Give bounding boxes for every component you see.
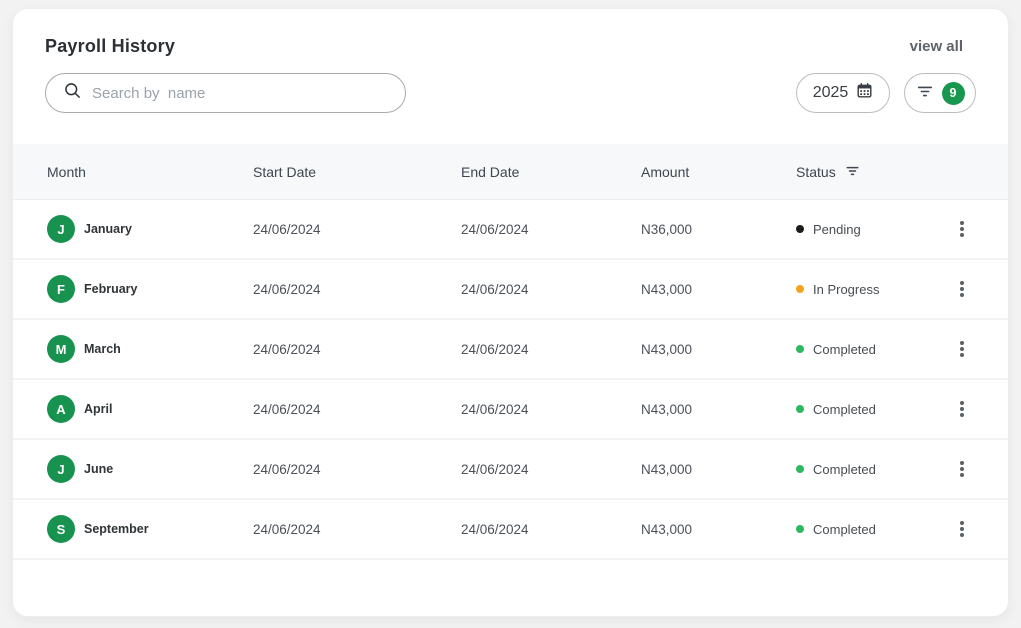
table-row[interactable]: J June 24/06/2024 24/06/2024 N43,000 Com… xyxy=(13,440,1008,500)
page-title: Payroll History xyxy=(45,36,175,57)
row-actions-button[interactable] xyxy=(950,213,974,245)
payroll-table: Month Start Date End Date Amount Status … xyxy=(13,144,1008,560)
month-avatar: J xyxy=(47,215,75,243)
column-header-start-date: Start Date xyxy=(253,164,461,180)
end-date: 24/06/2024 xyxy=(461,402,641,417)
status-label: Completed xyxy=(813,462,876,477)
amount: N43,000 xyxy=(641,282,796,297)
status-label: In Progress xyxy=(813,282,879,297)
month-label: June xyxy=(84,462,113,476)
end-date: 24/06/2024 xyxy=(461,282,641,297)
filter-count-badge: 9 xyxy=(942,82,965,105)
end-date: 24/06/2024 xyxy=(461,522,641,537)
month-avatar: M xyxy=(47,335,75,363)
status-filter-icon[interactable] xyxy=(845,164,860,180)
column-header-end-date: End Date xyxy=(461,164,641,180)
funnel-filter-icon xyxy=(916,84,934,102)
month-label: September xyxy=(84,522,149,536)
row-actions-button[interactable] xyxy=(950,333,974,365)
month-avatar: S xyxy=(47,515,75,543)
status-dot xyxy=(796,345,804,353)
kebab-menu-icon xyxy=(960,287,964,291)
kebab-menu-icon xyxy=(960,467,964,471)
amount: N36,000 xyxy=(641,222,796,237)
view-all-link[interactable]: view all xyxy=(910,38,963,55)
column-header-month: Month xyxy=(47,164,253,180)
status-dot xyxy=(796,285,804,293)
column-header-status: Status xyxy=(796,164,836,180)
calendar-icon xyxy=(856,82,873,104)
end-date: 24/06/2024 xyxy=(461,342,641,357)
month-label: April xyxy=(84,402,112,416)
status-label: Completed xyxy=(813,402,876,417)
status-dot xyxy=(796,465,804,473)
end-date: 24/06/2024 xyxy=(461,462,641,477)
status-dot xyxy=(796,225,804,233)
search-icon xyxy=(63,81,82,105)
status-label: Pending xyxy=(813,222,861,237)
kebab-menu-icon xyxy=(960,347,964,351)
row-actions-button[interactable] xyxy=(950,393,974,425)
kebab-menu-icon xyxy=(960,227,964,231)
year-selector-button[interactable]: 2025 xyxy=(796,73,890,113)
end-date: 24/06/2024 xyxy=(461,222,641,237)
amount: N43,000 xyxy=(641,462,796,477)
status-dot xyxy=(796,525,804,533)
month-avatar: A xyxy=(47,395,75,423)
kebab-menu-icon xyxy=(960,407,964,411)
status-label: Completed xyxy=(813,522,876,537)
amount: N43,000 xyxy=(641,522,796,537)
payroll-history-card: Payroll History view all 2025 xyxy=(12,8,1009,617)
search-input[interactable] xyxy=(92,85,391,102)
month-avatar: F xyxy=(47,275,75,303)
start-date: 24/06/2024 xyxy=(253,342,461,357)
row-actions-button[interactable] xyxy=(950,273,974,305)
column-header-amount: Amount xyxy=(641,164,796,180)
table-header-row: Month Start Date End Date Amount Status xyxy=(13,144,1008,200)
month-label: January xyxy=(84,222,132,236)
row-actions-button[interactable] xyxy=(950,513,974,545)
amount: N43,000 xyxy=(641,342,796,357)
table-row[interactable]: S September 24/06/2024 24/06/2024 N43,00… xyxy=(13,500,1008,560)
start-date: 24/06/2024 xyxy=(253,462,461,477)
month-label: March xyxy=(84,342,121,356)
start-date: 24/06/2024 xyxy=(253,402,461,417)
search-box[interactable] xyxy=(45,73,406,113)
status-dot xyxy=(796,405,804,413)
start-date: 24/06/2024 xyxy=(253,222,461,237)
table-row[interactable]: M March 24/06/2024 24/06/2024 N43,000 Co… xyxy=(13,320,1008,380)
kebab-menu-icon xyxy=(960,527,964,531)
table-row[interactable]: F February 24/06/2024 24/06/2024 N43,000… xyxy=(13,260,1008,320)
month-avatar: J xyxy=(47,455,75,483)
start-date: 24/06/2024 xyxy=(253,282,461,297)
month-label: February xyxy=(84,282,138,296)
table-row[interactable]: A April 24/06/2024 24/06/2024 N43,000 Co… xyxy=(13,380,1008,440)
table-row[interactable]: J January 24/06/2024 24/06/2024 N36,000 … xyxy=(13,200,1008,260)
status-label: Completed xyxy=(813,342,876,357)
start-date: 24/06/2024 xyxy=(253,522,461,537)
amount: N43,000 xyxy=(641,402,796,417)
year-label: 2025 xyxy=(813,84,849,102)
filter-button[interactable]: 9 xyxy=(904,73,976,113)
row-actions-button[interactable] xyxy=(950,453,974,485)
